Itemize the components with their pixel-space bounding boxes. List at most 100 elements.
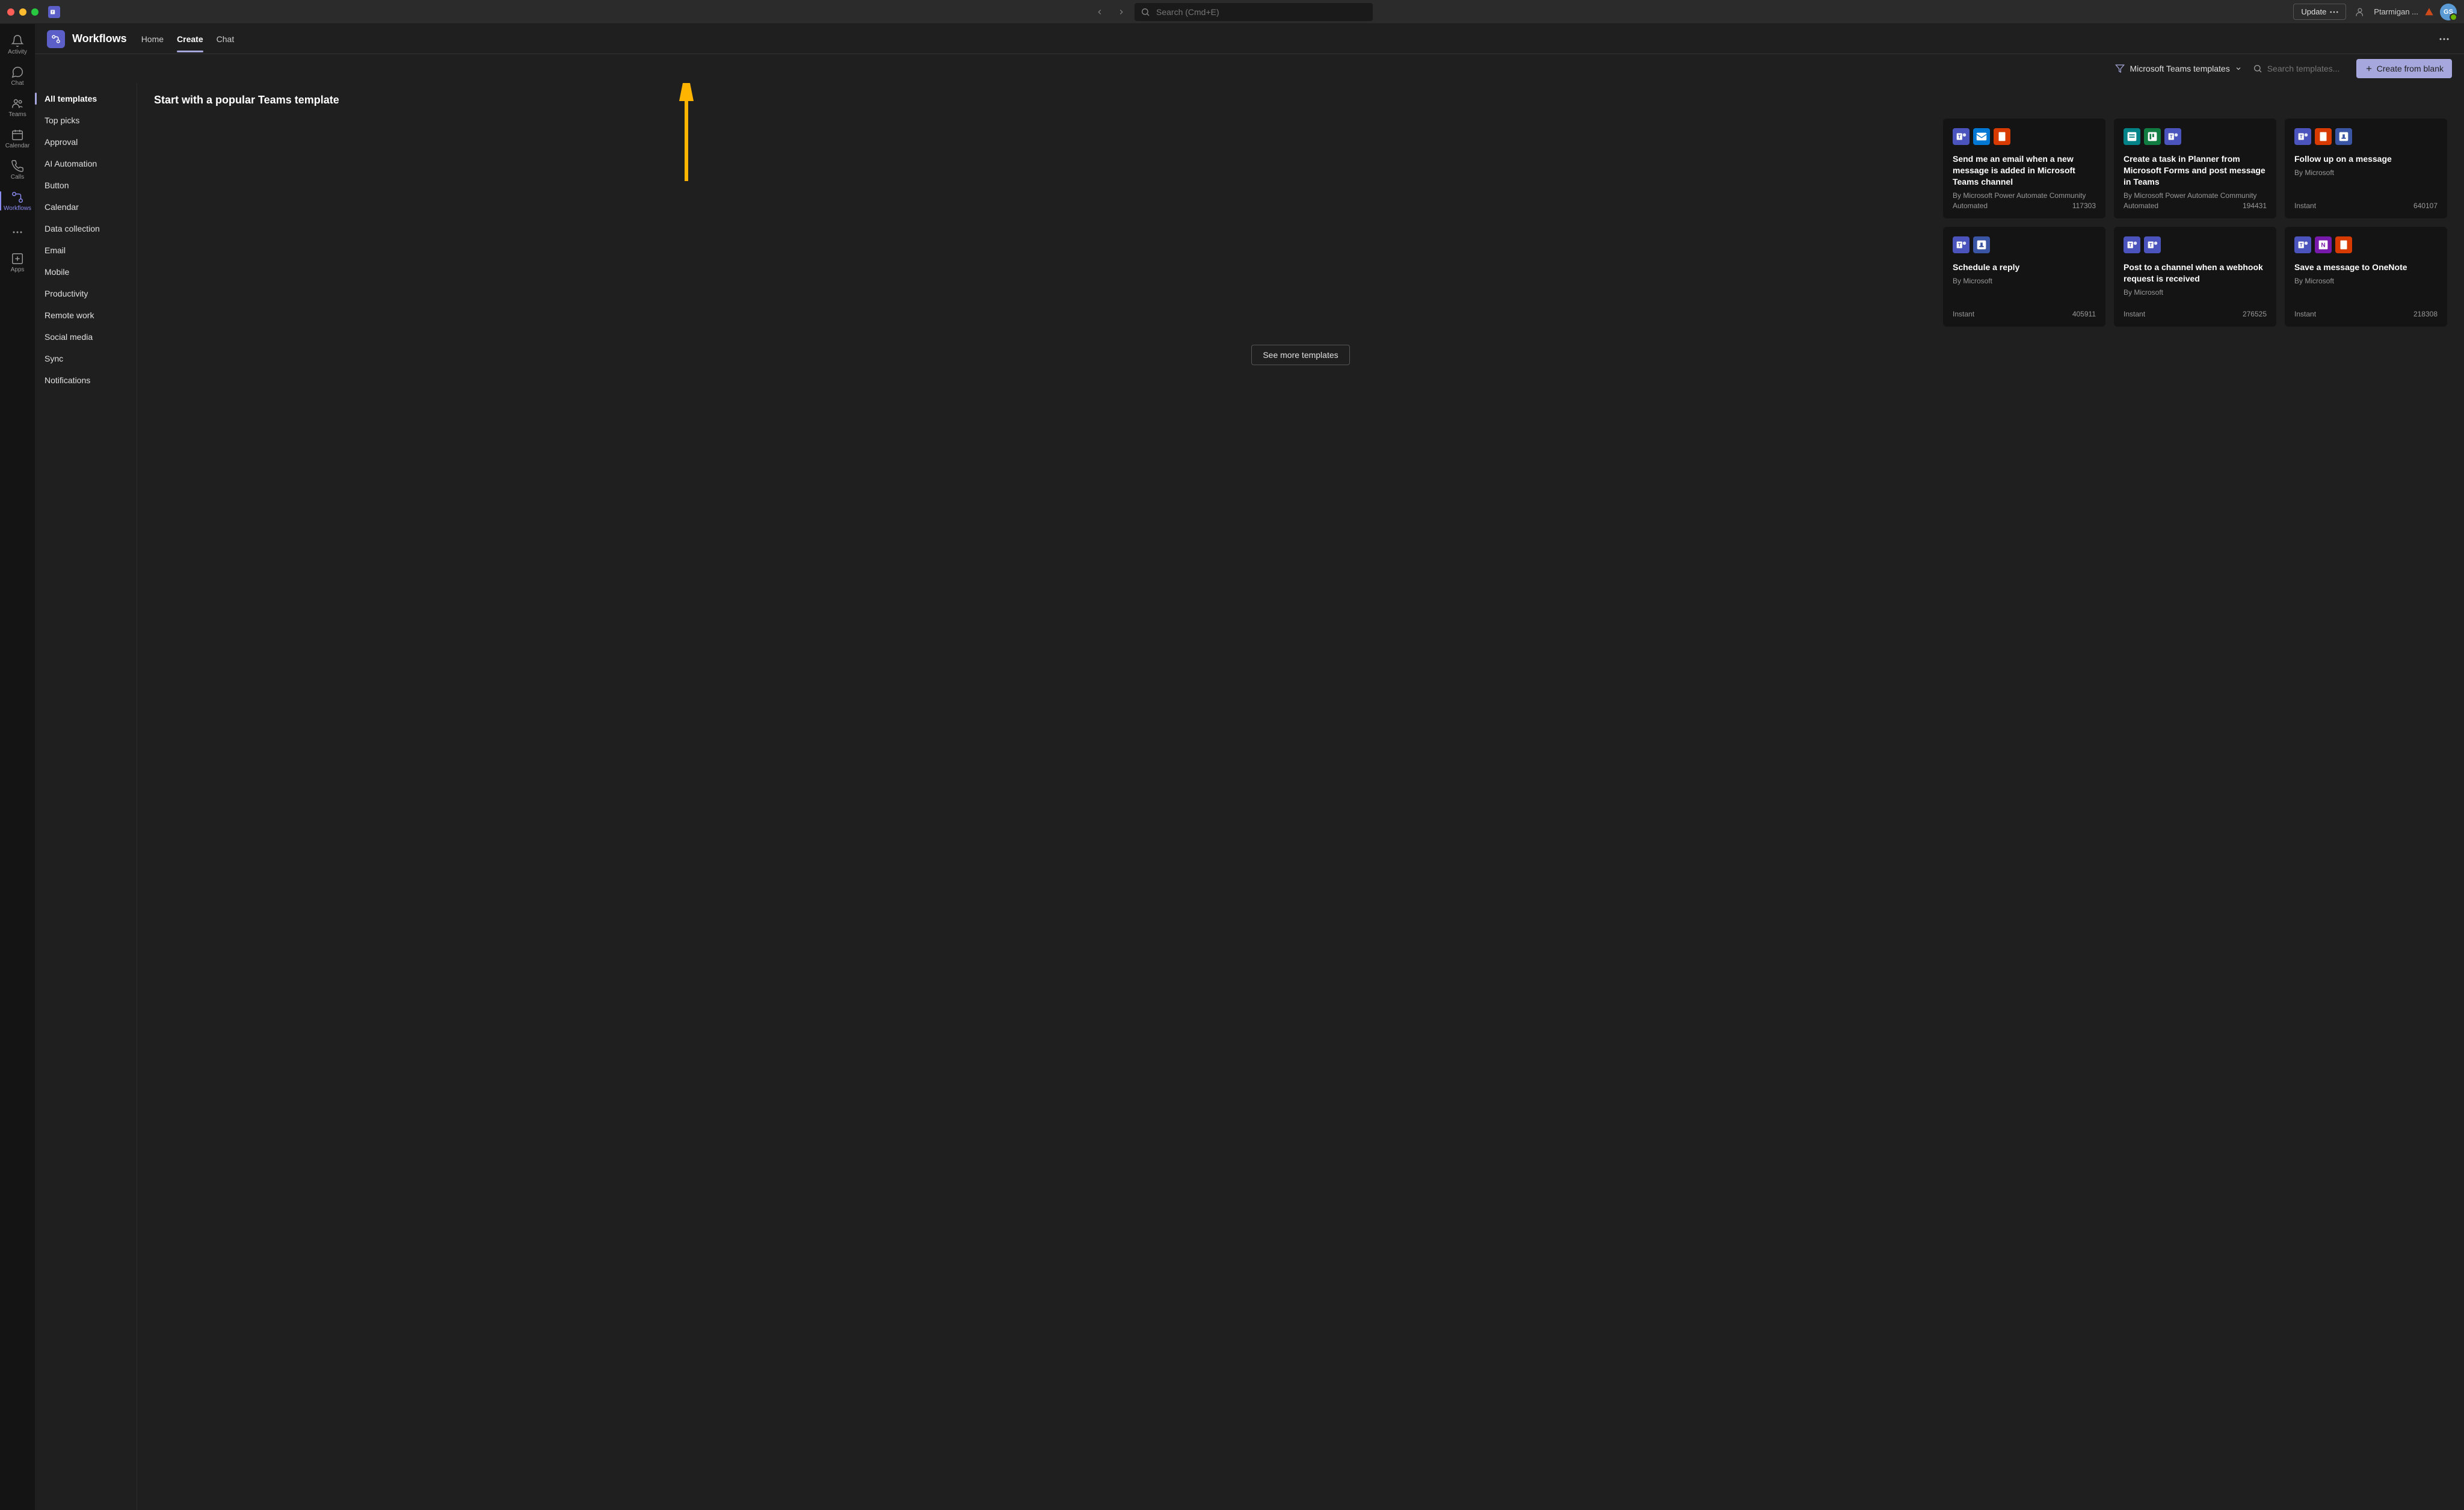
rail-more[interactable]: [0, 220, 35, 244]
card-count: 405911: [2072, 310, 2096, 318]
template-card[interactable]: TT Post to a channel when a webhook requ…: [2114, 227, 2276, 327]
rail-workflows[interactable]: Workflows: [0, 185, 35, 217]
pane-title: Start with a popular Teams template: [154, 94, 2447, 106]
rail-chat[interactable]: Chat: [0, 60, 35, 91]
user-section: Ptarmigan ... GS: [2374, 4, 2457, 20]
sidebar-item[interactable]: Social media: [35, 326, 137, 348]
teams-icon: T: [1953, 128, 1970, 145]
card-author: By Microsoft: [2294, 168, 2438, 177]
rail-calendar[interactable]: Calendar: [0, 123, 35, 154]
tab-chat[interactable]: Chat: [217, 26, 235, 52]
sidebar-item[interactable]: Sync: [35, 348, 137, 369]
calendar-icon: [11, 128, 24, 141]
update-label: Update: [2301, 7, 2326, 16]
teams-app-icon: T: [48, 6, 60, 18]
office-icon: [2335, 236, 2352, 253]
template-search-input[interactable]: [2267, 64, 2345, 73]
close-window[interactable]: [7, 8, 14, 16]
nav-back[interactable]: [1091, 4, 1108, 20]
sidebar-item[interactable]: Mobile: [35, 261, 137, 283]
template-card[interactable]: T Follow up on a message By Microsoft In…: [2285, 119, 2447, 218]
sidebar-item[interactable]: All templates: [35, 88, 137, 109]
teams-icon: T: [2144, 236, 2161, 253]
card-count: 194431: [2243, 202, 2267, 210]
rail-label: Calendar: [5, 143, 30, 149]
card-footer: Automated 194431: [2124, 202, 2267, 210]
card-type: Automated: [1953, 202, 1988, 210]
filter-dropdown[interactable]: Microsoft Teams templates: [2115, 64, 2241, 73]
sidebar-item[interactable]: Calendar: [35, 196, 137, 218]
rail-label: Teams: [8, 111, 26, 118]
teams-icon: [11, 97, 24, 110]
rail-label: Calls: [11, 174, 24, 180]
sidebar-item[interactable]: Notifications: [35, 369, 137, 391]
maximize-window[interactable]: [31, 8, 38, 16]
card-count: 640107: [2413, 202, 2438, 210]
onenote-icon: N: [2315, 236, 2332, 253]
workflow-icon: [11, 191, 24, 204]
card-author: By Microsoft Power Automate Community: [1953, 191, 2096, 200]
sidebar-item[interactable]: Remote work: [35, 304, 137, 326]
content: All templatesTop picksApprovalAI Automat…: [35, 83, 2464, 1510]
card-icons: T: [1953, 128, 2096, 145]
create-blank-label: Create from blank: [2377, 64, 2444, 73]
minimize-window[interactable]: [19, 8, 26, 16]
rail-label: Chat: [11, 80, 23, 87]
template-card[interactable]: T Create a task in Planner from Microsof…: [2114, 119, 2276, 218]
more-icon: [2330, 11, 2338, 13]
rail-activity[interactable]: Activity: [0, 29, 35, 60]
app-rail: Activity Chat Teams Calendar Calls Workf…: [0, 24, 35, 1510]
tab-home[interactable]: Home: [141, 26, 164, 52]
rail-label: Apps: [11, 267, 25, 273]
nav-forward[interactable]: [1113, 4, 1130, 20]
main-area: Workflows Home Create Chat Microsoft Tea…: [35, 24, 2464, 1510]
titlebar-nav: [1091, 3, 1373, 21]
page-title: Workflows: [72, 32, 127, 45]
toolbar: Microsoft Teams templates Create from bl…: [35, 54, 2464, 83]
card-footer: Instant 218308: [2294, 310, 2438, 318]
header-more[interactable]: [2436, 35, 2452, 43]
people-icon[interactable]: [2355, 7, 2365, 17]
sidebar-item[interactable]: Productivity: [35, 283, 137, 304]
sidebar-item[interactable]: Top picks: [35, 109, 137, 131]
card-count: 218308: [2413, 310, 2438, 318]
sidebar-item[interactable]: Data collection: [35, 218, 137, 239]
sidebar-item[interactable]: AI Automation: [35, 153, 137, 174]
rail-apps[interactable]: Apps: [0, 247, 35, 278]
teams-icon: T: [2294, 236, 2311, 253]
card-title: Save a message to OneNote: [2294, 262, 2438, 273]
phone-icon: [11, 159, 24, 173]
svg-text:T: T: [2300, 134, 2303, 140]
page-header: Workflows Home Create Chat: [35, 24, 2464, 54]
titlebar-right: Update Ptarmigan ... GS: [2293, 4, 2457, 20]
office-icon: [2315, 128, 2332, 145]
template-card[interactable]: TN Save a message to OneNote By Microsof…: [2285, 227, 2447, 327]
template-card[interactable]: T Send me an email when a new message is…: [1943, 119, 2105, 218]
see-more-button[interactable]: See more templates: [1251, 345, 1349, 365]
sidebar-item[interactable]: Email: [35, 239, 137, 261]
category-sidebar: All templatesTop picksApprovalAI Automat…: [35, 83, 137, 1510]
create-from-blank-button[interactable]: Create from blank: [2356, 59, 2452, 78]
update-button[interactable]: Update: [2293, 4, 2346, 20]
rail-label: Workflows: [4, 205, 31, 212]
rail-teams[interactable]: Teams: [0, 91, 35, 123]
svg-text:T: T: [1958, 134, 1961, 140]
template-pane: Start with a popular Teams template T Se…: [137, 83, 2464, 1510]
card-title: Schedule a reply: [1953, 262, 2096, 273]
card-author: By Microsoft: [1953, 277, 2096, 285]
global-search[interactable]: [1135, 3, 1373, 21]
sidebar-item[interactable]: Button: [35, 174, 137, 196]
rail-calls[interactable]: Calls: [0, 154, 35, 185]
card-icons: T: [2294, 128, 2438, 145]
workflows-icon: [47, 30, 65, 48]
avatar[interactable]: GS: [2440, 4, 2457, 20]
sidebar-item[interactable]: Approval: [35, 131, 137, 153]
global-search-input[interactable]: [1156, 7, 1367, 17]
tab-create[interactable]: Create: [177, 26, 203, 52]
template-card[interactable]: T Schedule a reply By Microsoft Instant …: [1943, 227, 2105, 327]
card-icons: TN: [2294, 236, 2438, 253]
card-footer: Automated 117303: [1953, 202, 2096, 210]
card-count: 117303: [2072, 202, 2096, 210]
warning-icon: [2424, 7, 2434, 17]
template-search[interactable]: [2253, 64, 2345, 73]
